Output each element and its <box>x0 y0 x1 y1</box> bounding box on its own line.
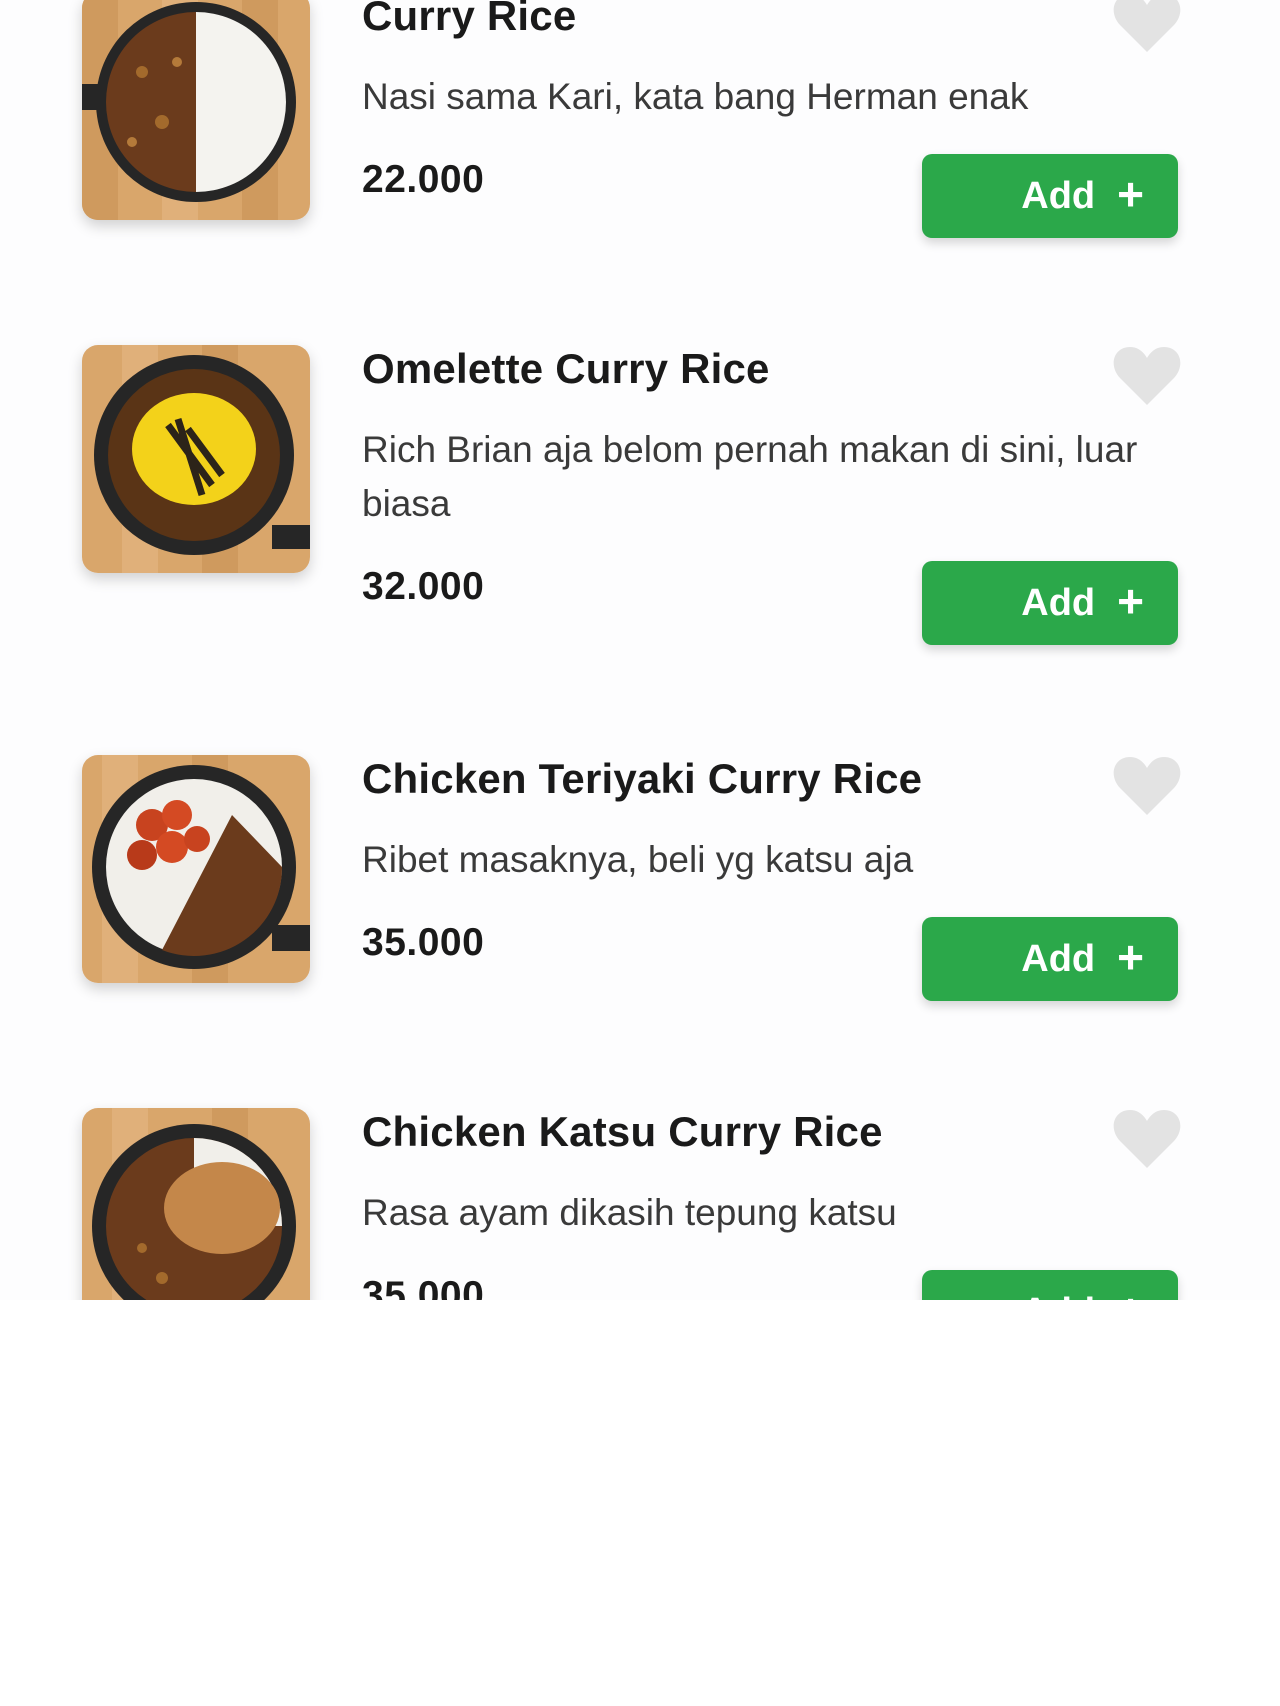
heart-icon[interactable] <box>1112 0 1182 54</box>
menu-item[interactable]: Omelette Curry Rice Rich Brian aja belom… <box>0 325 1280 645</box>
heart-icon[interactable] <box>1112 755 1182 817</box>
add-button[interactable]: Add + <box>922 917 1178 1001</box>
plus-icon: + <box>1117 1287 1144 1300</box>
item-description: Ribet masaknya, beli yg katsu aja <box>362 839 914 880</box>
add-button[interactable]: Add + <box>922 1270 1178 1300</box>
item-price: 32.000 <box>362 565 485 608</box>
item-description: Rasa ayam dikasih tepung katsu <box>362 1192 897 1233</box>
item-title: Curry Rice <box>362 0 577 39</box>
food-image-chicken-katsu-curry-rice <box>82 1108 310 1300</box>
add-button[interactable]: Add + <box>922 154 1178 238</box>
item-title: Chicken Teriyaki Curry Rice <box>362 755 923 802</box>
item-title: Chicken Katsu Curry Rice <box>362 1108 883 1155</box>
item-price: 35.000 <box>362 921 485 964</box>
item-price: 22.000 <box>362 158 485 201</box>
plus-icon: + <box>1117 168 1144 220</box>
item-description: Rich Brian aja belom pernah makan di sin… <box>362 429 1138 524</box>
plus-icon: + <box>1117 931 1144 983</box>
add-button-label: Add <box>1021 1291 1095 1301</box>
item-description: Nasi sama Kari, kata bang Herman enak <box>362 76 1029 117</box>
heart-icon[interactable] <box>1112 345 1182 407</box>
menu-item[interactable]: Curry Rice Nasi sama Kari, kata bang Her… <box>0 0 1280 282</box>
add-button-label: Add <box>1021 174 1096 217</box>
heart-icon[interactable] <box>1112 1108 1182 1170</box>
item-title: Omelette Curry Rice <box>362 345 770 392</box>
menu-list: Curry Rice Nasi sama Kari, kata bang Her… <box>0 0 1280 1300</box>
food-image-curry-rice <box>82 0 310 220</box>
food-image-chicken-teriyaki-curry-rice <box>82 755 310 983</box>
add-button-label: Add <box>1021 937 1096 980</box>
add-button-label: Add <box>1021 581 1096 624</box>
food-image-omelette-curry-rice <box>82 345 310 573</box>
menu-item[interactable]: Chicken Katsu Curry Rice Rasa ayam dikas… <box>0 1088 1280 1300</box>
menu-item[interactable]: Chicken Teriyaki Curry Rice Ribet masakn… <box>0 735 1280 1045</box>
add-button[interactable]: Add + <box>922 561 1178 645</box>
item-price: 35.000 <box>362 1274 485 1300</box>
plus-icon: + <box>1117 575 1144 627</box>
